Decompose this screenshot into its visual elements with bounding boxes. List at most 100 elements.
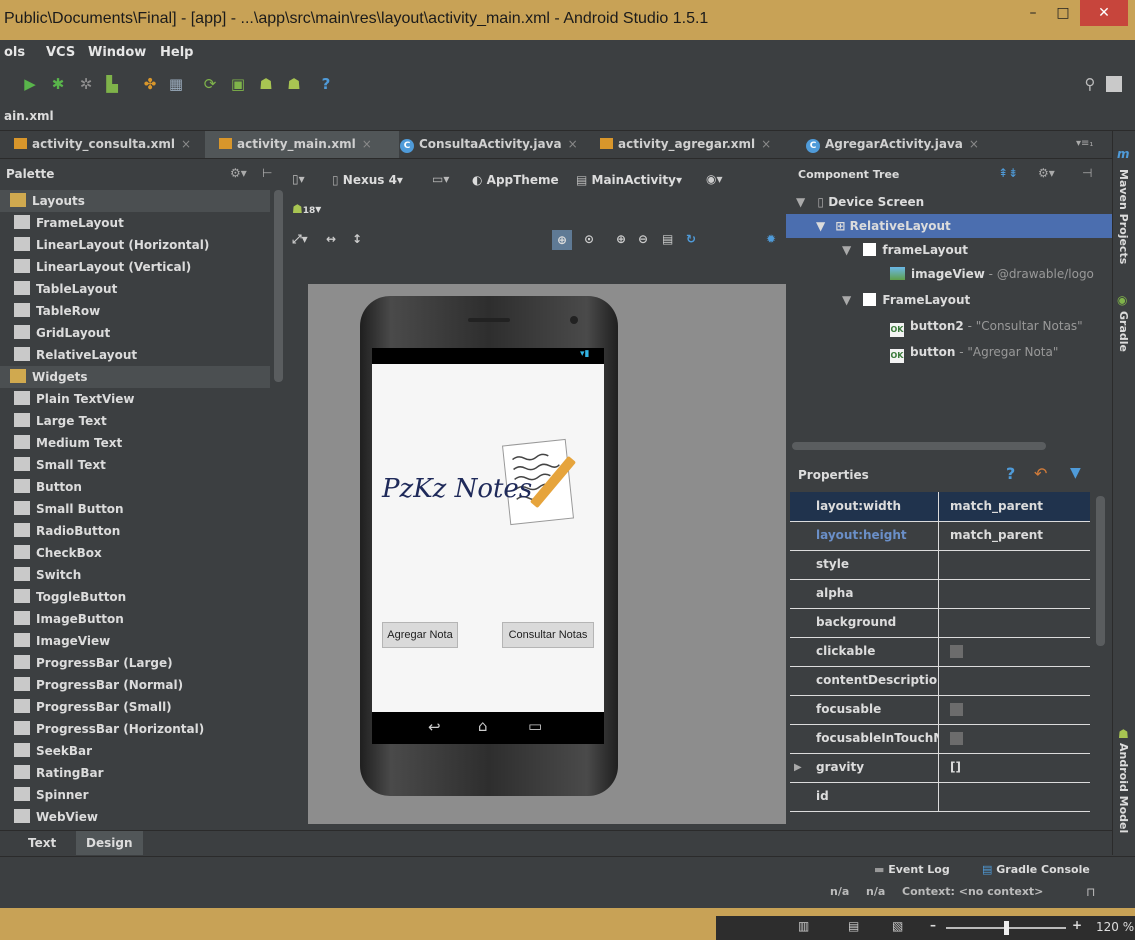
palette-item-tablerow[interactable]: TableRow bbox=[0, 300, 270, 322]
app-relative-layout[interactable]: PzKz Notes Agregar Nota Consultar Notas bbox=[372, 364, 604, 712]
refresh-icon[interactable]: ↻ bbox=[686, 232, 696, 246]
zoom-out-button[interactable]: – bbox=[930, 918, 936, 932]
tree-row-relative-layout[interactable]: ▼ ⊞ RelativeLayout bbox=[786, 214, 1112, 238]
menu-help[interactable]: Help bbox=[160, 45, 193, 60]
property-value[interactable]: match_parent bbox=[950, 521, 1043, 550]
activity-selector[interactable]: ▤ MainActivity▾ bbox=[576, 173, 682, 187]
palette-item-ratingbar[interactable]: RatingBar bbox=[0, 762, 270, 784]
tab-agregar-activity[interactable]: C AgregarActivity.java × bbox=[806, 131, 996, 158]
recents-icon[interactable]: ▭ bbox=[528, 717, 542, 735]
zoom-actual-icon[interactable]: ⊙ bbox=[584, 232, 594, 246]
property-row-gravity[interactable]: ▶ gravity [] bbox=[790, 753, 1090, 783]
palette-category-widgets[interactable]: Widgets bbox=[0, 366, 270, 388]
expand-arrow-icon[interactable]: ▶ bbox=[794, 753, 802, 782]
zoom-out-icon[interactable]: ⊖ bbox=[638, 232, 648, 246]
expand-arrow-icon[interactable]: ▼ bbox=[816, 219, 825, 233]
hide-panel-icon[interactable]: ⊢ bbox=[262, 166, 272, 180]
palette-item-progressbar-horizontal[interactable]: ProgressBar (Horizontal) bbox=[0, 718, 270, 740]
property-row-focusableintouchmode[interactable]: focusableInTouchMode bbox=[790, 724, 1090, 754]
tab-consulta-activity[interactable]: C ConsultaActivity.java × bbox=[400, 131, 590, 158]
device-selector[interactable]: ▯ Nexus 4▾ bbox=[332, 173, 403, 187]
minimize-button[interactable]: – bbox=[1018, 0, 1048, 26]
sdk-manager-icon[interactable]: ▦ bbox=[166, 74, 186, 94]
palette-item-linearlayout-vertical[interactable]: LinearLayout (Vertical) bbox=[0, 256, 270, 278]
hide-tree-icon[interactable]: ⊣ bbox=[1082, 166, 1092, 180]
tree-row-framelayout-2[interactable]: ▼ FrameLayout bbox=[786, 288, 1112, 312]
maximize-button[interactable]: □ bbox=[1048, 0, 1078, 26]
home-icon[interactable]: ⌂ bbox=[478, 717, 488, 735]
gear-icon[interactable]: ⚙▾ bbox=[230, 166, 247, 180]
restore-default-icon[interactable]: ↶ bbox=[1034, 464, 1047, 483]
design-canvas[interactable]: ▾▮ PzKz Notes Agregar Nota Consultar Not… bbox=[308, 284, 786, 824]
sync-icon[interactable]: ⟳ bbox=[200, 74, 220, 94]
settings-icon[interactable]: ✹ bbox=[766, 232, 776, 246]
palette-item-gridlayout[interactable]: GridLayout bbox=[0, 322, 270, 344]
zoom-in-button[interactable]: + bbox=[1072, 918, 1082, 932]
palette-item-progressbar-large[interactable]: ProgressBar (Large) bbox=[0, 652, 270, 674]
zoom-fit-icon[interactable]: ⤢▾ bbox=[292, 232, 308, 247]
palette-item-checkbox[interactable]: CheckBox bbox=[0, 542, 270, 564]
palette-toggle-icon[interactable]: ▯▾ bbox=[292, 172, 305, 186]
palette-item-webview[interactable]: WebView bbox=[0, 806, 270, 824]
palette-item-large-text[interactable]: Large Text bbox=[0, 410, 270, 432]
read-mode-icon[interactable]: ▥ bbox=[798, 919, 809, 933]
print-layout-icon[interactable]: ▤ bbox=[848, 919, 859, 933]
property-row-clickable[interactable]: clickable bbox=[790, 637, 1090, 667]
run-icon[interactable]: ▶ bbox=[20, 74, 40, 94]
expand-arrow-icon[interactable]: ▼ bbox=[842, 243, 851, 257]
tab-overflow-button[interactable]: ▾≡₁ bbox=[1076, 138, 1093, 149]
tree-row-framelayout-1[interactable]: ▼ frameLayout bbox=[786, 238, 1112, 262]
search-icon[interactable]: ⚲ bbox=[1080, 74, 1100, 94]
palette-item-radiobutton[interactable]: RadioButton bbox=[0, 520, 270, 542]
expand-all-icon[interactable]: ⇞⇟ bbox=[998, 166, 1018, 180]
property-value[interactable]: match_parent bbox=[950, 492, 1043, 521]
palette-item-progressbar-normal[interactable]: ProgressBar (Normal) bbox=[0, 674, 270, 696]
palette-item-framelayout[interactable]: FrameLayout bbox=[0, 212, 270, 234]
avd-manager-icon[interactable]: ▣ bbox=[228, 74, 248, 94]
api-level-selector[interactable]: ☗18▾ bbox=[292, 202, 321, 216]
tab-close-icon[interactable]: × bbox=[568, 137, 578, 151]
theme-selector[interactable]: ◐ AppTheme bbox=[472, 173, 559, 187]
screenshot-icon[interactable]: ▤ bbox=[662, 232, 673, 246]
tab-close-icon[interactable]: × bbox=[362, 137, 372, 151]
palette-item-small-text[interactable]: Small Text bbox=[0, 454, 270, 476]
user-icon[interactable] bbox=[1106, 76, 1122, 92]
gradle-console-button[interactable]: ▤ Gradle Console bbox=[982, 863, 1090, 876]
debug-icon[interactable]: ✱ bbox=[48, 74, 68, 94]
agregar-nota-button[interactable]: Agregar Nota bbox=[382, 622, 458, 648]
status-context[interactable]: Context: <no context> bbox=[902, 885, 1043, 898]
attach-debugger-icon[interactable]: ✲ bbox=[76, 74, 96, 94]
consultar-notas-button[interactable]: Consultar Notas bbox=[502, 622, 594, 648]
tab-text[interactable]: Text bbox=[16, 831, 68, 855]
layout-height-icon[interactable]: ↕ bbox=[352, 232, 362, 246]
properties-scrollbar[interactable] bbox=[1096, 496, 1105, 646]
web-layout-icon[interactable]: ▧ bbox=[892, 919, 903, 933]
zoom-in-icon[interactable]: ⊕ bbox=[616, 232, 626, 246]
property-checkbox[interactable] bbox=[950, 703, 963, 716]
palette-item-button[interactable]: Button bbox=[0, 476, 270, 498]
palette-item-plain-textview[interactable]: Plain TextView bbox=[0, 388, 270, 410]
tab-close-icon[interactable]: × bbox=[181, 137, 191, 151]
palette-category-layouts[interactable]: Layouts bbox=[0, 190, 270, 212]
zoom-level[interactable]: 120 % bbox=[1096, 920, 1134, 934]
palette-item-seekbar[interactable]: SeekBar bbox=[0, 740, 270, 762]
tree-scrollbar[interactable] bbox=[792, 442, 1046, 450]
expand-arrow-icon[interactable]: ▼ bbox=[842, 293, 851, 307]
expand-arrow-icon[interactable]: ▼ bbox=[796, 195, 805, 209]
palette-item-imageview[interactable]: ImageView bbox=[0, 630, 270, 652]
android-icon[interactable]: ☗ bbox=[284, 74, 304, 94]
tree-row-button2[interactable]: OK button2 - "Consultar Notas" bbox=[786, 314, 1112, 338]
layout-width-icon[interactable]: ↔ bbox=[326, 232, 336, 246]
orientation-icon[interactable]: ▭▾ bbox=[432, 172, 449, 186]
palette-item-progressbar-small[interactable]: ProgressBar (Small) bbox=[0, 696, 270, 718]
property-value[interactable]: [] bbox=[950, 753, 961, 782]
property-row-focusable[interactable]: focusable bbox=[790, 695, 1090, 725]
zoom-slider-thumb[interactable] bbox=[1004, 921, 1009, 935]
profile-icon[interactable]: ▙ bbox=[102, 74, 122, 94]
breadcrumb[interactable]: ain.xml bbox=[4, 109, 54, 123]
tab-close-icon[interactable]: × bbox=[761, 137, 771, 151]
palette-scrollbar[interactable] bbox=[274, 190, 283, 382]
help-icon[interactable]: ? bbox=[1006, 464, 1015, 483]
palette-item-medium-text[interactable]: Medium Text bbox=[0, 432, 270, 454]
android-model-tab[interactable]: Android Model bbox=[1117, 743, 1130, 833]
